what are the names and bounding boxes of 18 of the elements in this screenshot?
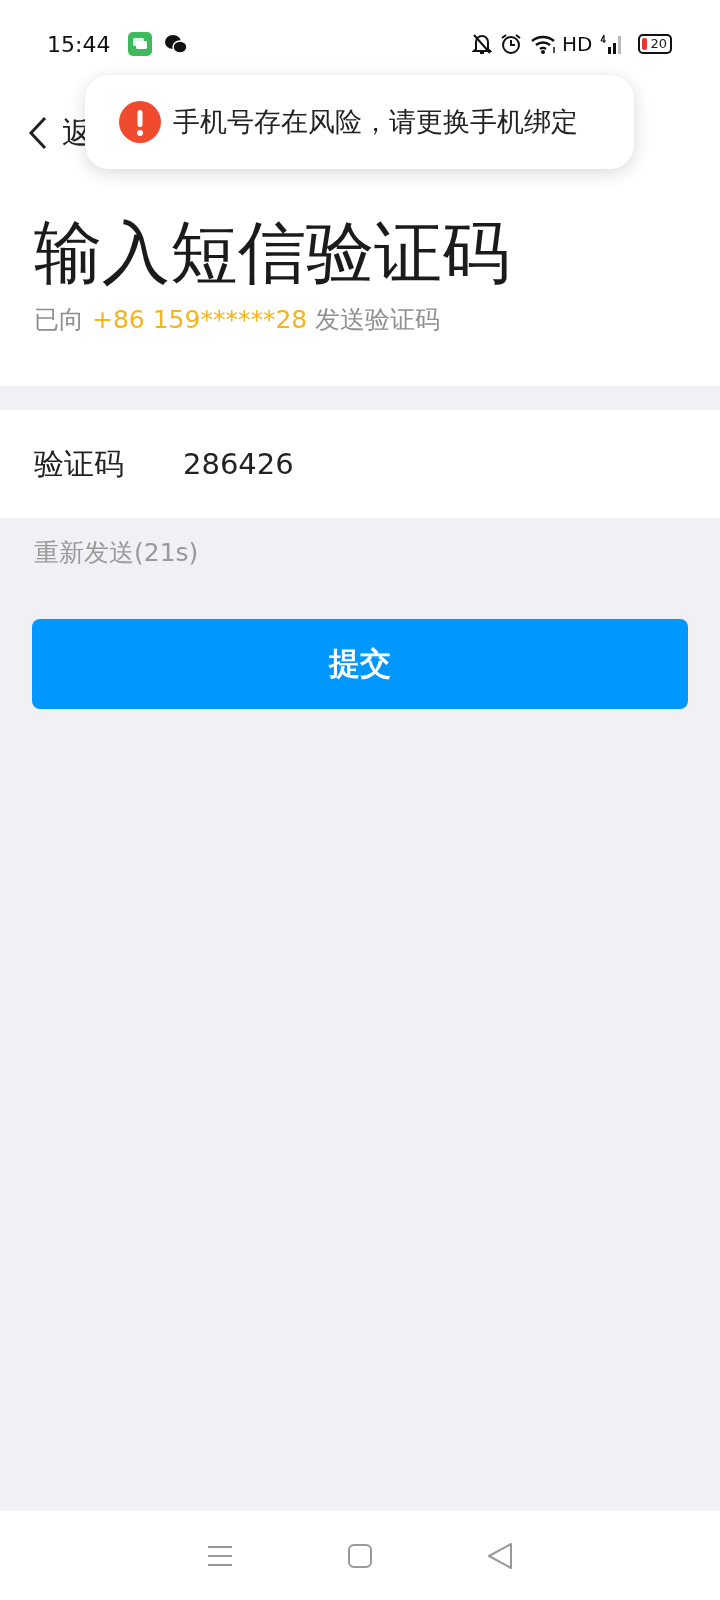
menu-icon[interactable]	[207, 1543, 234, 1568]
page-title: 输入短信验证码	[34, 212, 511, 294]
back-icon[interactable]	[28, 116, 48, 150]
network-label: HD	[562, 32, 593, 56]
messages-app-icon	[128, 32, 153, 56]
alarm-icon	[500, 33, 522, 55]
back-triangle-icon[interactable]	[486, 1541, 513, 1570]
chat-app-icon	[164, 33, 189, 55]
code-label: 验证码	[34, 444, 125, 483]
home-icon[interactable]	[348, 1543, 372, 1568]
code-input[interactable]: 286426	[183, 447, 483, 481]
bell-off-icon	[472, 33, 492, 55]
sent-to-text: 已向 +86 159******28 发送验证码	[34, 304, 442, 336]
battery-indicator: 20	[638, 34, 672, 54]
status-time: 15:44	[47, 31, 111, 57]
toast-message: 手机号存在风险，请更换手机绑定	[173, 105, 578, 139]
wifi-icon	[530, 33, 558, 55]
alert-icon	[119, 101, 161, 143]
